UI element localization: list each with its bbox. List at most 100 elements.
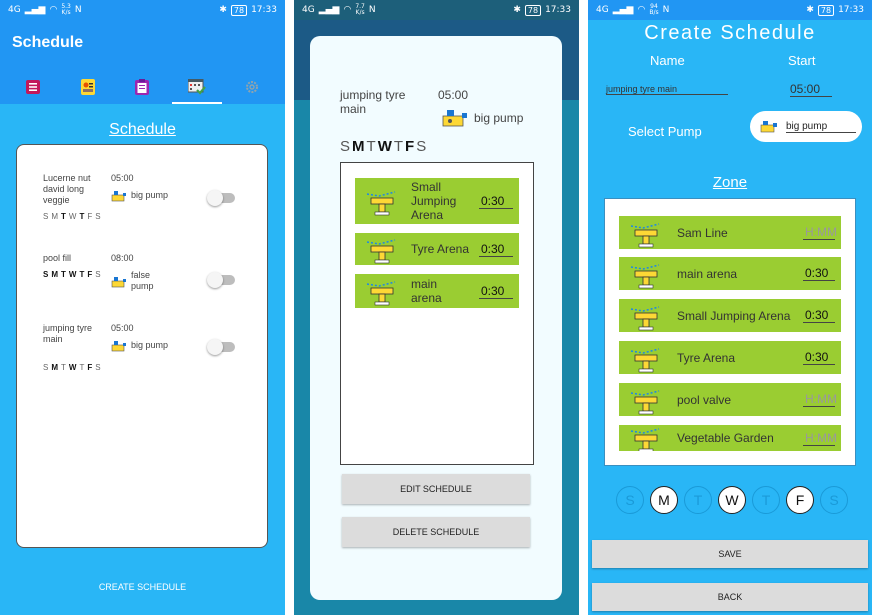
list-icon [26, 80, 41, 94]
bluetooth-icon: ✱ [513, 5, 521, 15]
section-heading: Schedule [109, 121, 176, 138]
status-bar: 4G ▂▄▆ ◠ 94 B/s N ✱ 78 17:33 [588, 0, 872, 20]
status-bar: 4G ▂▄▆ ◠ 7.7 K/s N ✱ 78 17:33 [294, 0, 579, 20]
sprinkler-icon [630, 428, 660, 451]
zone-name: Small Jumping Arena [677, 308, 791, 323]
zone-row[interactable]: Tyre Arena 0:30 [619, 341, 841, 374]
sprinkler-icon [630, 263, 660, 288]
gear-icon [245, 81, 258, 93]
schedule-pump: big pump [442, 108, 523, 128]
schedule-days: SMTWTFS [43, 363, 101, 372]
zone-duration-input[interactable]: 0:30 [803, 266, 835, 281]
zone-row[interactable]: Sam Line H:MM [619, 216, 841, 249]
name-input[interactable]: jumping tyre main [606, 84, 728, 95]
pump-icon [111, 191, 126, 202]
zone-row[interactable]: pool valve H:MM [619, 383, 841, 416]
tab-bar [0, 70, 285, 104]
sprinkler-icon [366, 281, 396, 306]
clock: 17:33 [545, 5, 571, 15]
zone-row[interactable]: Small Jumping Arena 0:30 [619, 299, 841, 332]
schedule-name: jumping tyre main [43, 323, 93, 344]
schedule-item[interactable]: jumping tyre main 05:00 big pump SMTWTFS [43, 323, 235, 393]
back-button[interactable]: BACK [592, 583, 868, 611]
tab-contact[interactable] [63, 71, 113, 103]
day-toggle-friday[interactable]: F [786, 486, 814, 514]
clock: 17:33 [838, 5, 864, 15]
pump-select[interactable]: big pump [750, 111, 862, 142]
schedule-toggle[interactable] [207, 190, 235, 206]
start-label: Start [788, 53, 816, 68]
schedule-time: 05:00 [111, 323, 134, 333]
zone-name: main arena [411, 277, 442, 305]
tab-clipboard[interactable] [117, 71, 167, 103]
create-schedule-button[interactable]: CREATE SCHEDULE [0, 582, 285, 592]
calendar-check-icon [188, 79, 206, 95]
network-speed: 5.3 K/s [61, 3, 71, 16]
status-bar: 4G ▂▄▆ ◠ 5.3 K/s N ✱ 78 17:33 [0, 0, 285, 20]
zone-duration: 0:30 [479, 194, 513, 209]
schedule-time: 05:00 [111, 173, 134, 183]
start-time-input[interactable]: 05:00 [790, 82, 832, 97]
schedule-list-card: Lucerne nut david long veggie 05:00 big … [16, 144, 268, 548]
save-button[interactable]: SAVE [592, 540, 868, 568]
zone-name: Tyre Arena [677, 350, 736, 365]
day-toggle-wednesday[interactable]: W [718, 486, 746, 514]
zone-duration-input[interactable]: 0:30 [803, 350, 835, 365]
zone-row[interactable]: Small Jumping Arena 0:30 [355, 178, 519, 224]
zone-list: Small Jumping Arena 0:30 Tyre Arena 0:30… [340, 162, 534, 465]
zone-duration-input[interactable]: H:MM [803, 225, 837, 240]
schedule-name: pool fill [43, 253, 72, 263]
network-speed: 94 B/s [649, 3, 659, 16]
zone-duration-input[interactable]: H:MM [803, 431, 837, 446]
zone-name: Vegetable Garden [677, 431, 774, 445]
pump-icon [111, 277, 126, 288]
network-label: 4G [302, 5, 315, 15]
signal-icon: ▂▄▆ [318, 5, 340, 15]
zone-name: main arena [677, 266, 738, 281]
sprinkler-icon [366, 239, 396, 264]
battery-icon: 78 [230, 4, 248, 16]
day-toggle-tuesday[interactable]: T [684, 486, 712, 514]
tab-settings[interactable] [227, 71, 277, 103]
zone-row[interactable]: main arena 0:30 [355, 274, 519, 308]
zone-row[interactable]: Vegetable Garden H:MM [619, 425, 841, 451]
nfc-icon: N [368, 5, 376, 15]
schedule-name: Lucerne nut david long veggie [43, 173, 91, 205]
page-title: Create Schedule [644, 22, 816, 44]
tab-schedule[interactable] [172, 71, 223, 104]
schedule-pump: big pump [111, 340, 168, 352]
pump-icon [760, 121, 777, 133]
day-toggle-sunday[interactable]: S [616, 486, 644, 514]
schedule-toggle[interactable] [207, 339, 235, 355]
sprinkler-icon [630, 347, 660, 372]
day-toggle-monday[interactable]: M [650, 486, 678, 514]
zone-row[interactable]: Tyre Arena 0:30 [355, 233, 519, 265]
sprinkler-icon [630, 222, 660, 247]
zone-row[interactable]: main arena 0:30 [619, 257, 841, 290]
zone-duration-input[interactable]: H:MM [803, 392, 837, 407]
schedule-detail-screen: 4G ▂▄▆ ◠ 7.7 K/s N ✱ 78 17:33 jumping tyr… [294, 0, 579, 615]
day-toggle-thursday[interactable]: T [752, 486, 780, 514]
wifi-icon: ◠ [343, 5, 352, 15]
schedule-item[interactable]: Lucerne nut david long veggie 05:00 big … [43, 173, 235, 253]
tab-list[interactable] [8, 71, 58, 103]
zone-name: Small Jumping Arena [411, 180, 457, 222]
pump-icon [442, 110, 467, 127]
delete-schedule-button[interactable]: DELETE SCHEDULE [342, 517, 530, 547]
clock: 17:33 [251, 5, 277, 15]
schedule-days: SMTWTFS [43, 270, 101, 279]
day-toggle-saturday[interactable]: S [820, 486, 848, 514]
schedule-detail-dialog: jumping tyre main 05:00 big pump SMTWTFS… [310, 36, 562, 600]
app-header: 4G ▂▄▆ ◠ 5.3 K/s N ✱ 78 17:33 Schedule [0, 0, 285, 104]
battery-icon: 78 [817, 4, 835, 16]
zone-duration: 0:30 [479, 242, 513, 257]
schedule-item[interactable]: pool fill 08:00 false pump SMTWTFS [43, 253, 235, 323]
day-selector: S M T W T F S [616, 486, 848, 514]
zone-duration-input[interactable]: 0:30 [803, 308, 835, 323]
nfc-icon: N [662, 5, 670, 15]
sprinkler-icon [366, 191, 396, 216]
edit-schedule-button[interactable]: EDIT SCHEDULE [342, 474, 530, 504]
bluetooth-icon: ✱ [219, 5, 227, 15]
network-speed: 7.7 K/s [355, 3, 365, 16]
schedule-toggle[interactable] [207, 272, 235, 288]
